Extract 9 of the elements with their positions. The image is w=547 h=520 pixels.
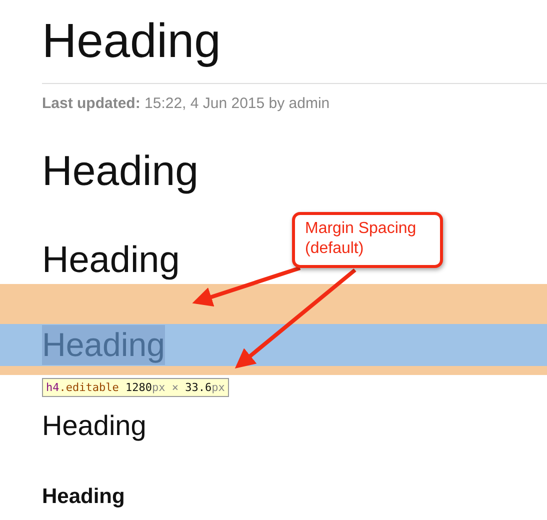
heading-text: Heading <box>42 409 146 443</box>
heading-text: Heading <box>42 484 125 510</box>
heading-text: Heading <box>42 325 165 365</box>
last-updated-text: Last updated: 15:22, 4 Jun 2015 by admin <box>42 94 331 114</box>
inspector-tooltip: h4.editable 1280px × 33.6px <box>42 378 229 397</box>
page-title: Heading <box>42 14 222 70</box>
annotation-callout: Margin Spacing (default) <box>292 212 443 268</box>
heading-text: Heading <box>42 146 198 196</box>
heading-text: Heading <box>42 238 180 282</box>
